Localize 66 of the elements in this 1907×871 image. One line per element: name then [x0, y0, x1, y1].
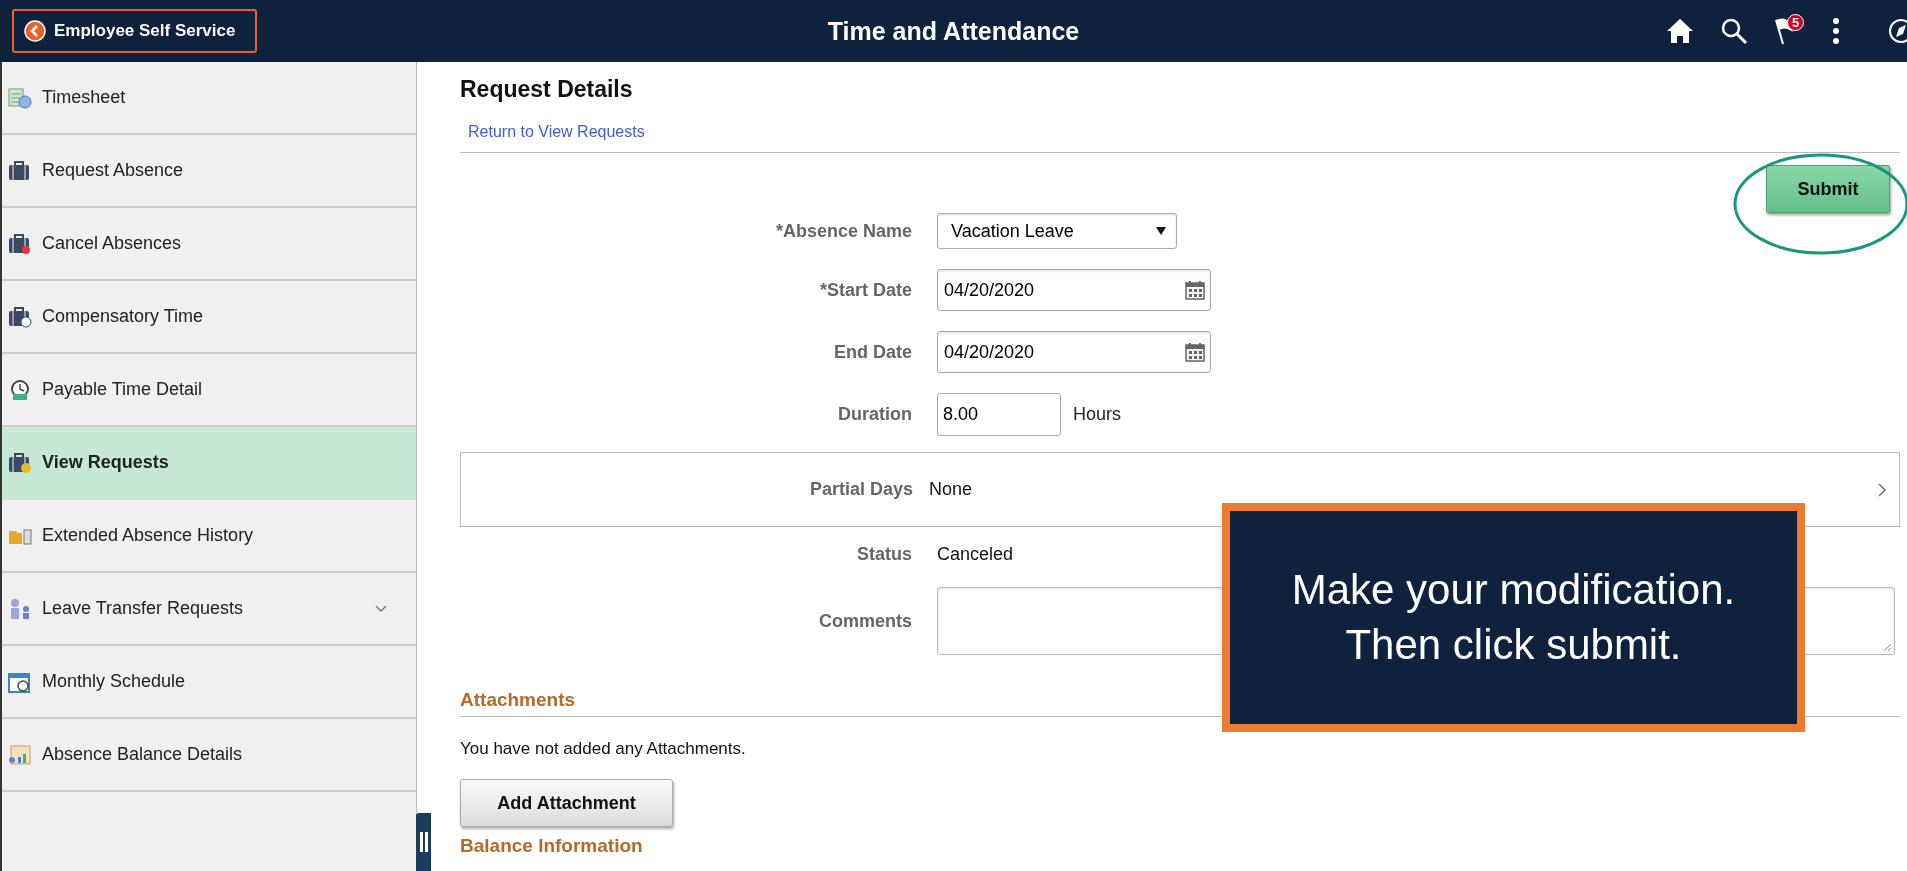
- dropdown-arrow-icon: [1156, 227, 1166, 235]
- field-label: End Date: [833, 341, 912, 363]
- back-button[interactable]: Employee Self Service: [12, 9, 258, 53]
- calendar-icon[interactable]: [1184, 279, 1206, 301]
- notifications-button[interactable]: 5: [1773, 16, 1807, 46]
- sidebar-item-label: Cancel Absences: [42, 233, 182, 254]
- section-title: Request Details: [460, 76, 634, 103]
- callout-text: Then click submit.: [1345, 619, 1682, 670]
- return-link[interactable]: Return to View Requests: [468, 123, 645, 140]
- sidebar-item-label: Monthly Schedule: [42, 671, 186, 692]
- submit-button[interactable]: Submit: [1766, 165, 1890, 213]
- field-value: Canceled: [937, 544, 1015, 565]
- callout-text: Make your modification.: [1291, 564, 1736, 615]
- field-value: None: [929, 479, 974, 500]
- sidebar-item[interactable]: Monthly Schedule: [2, 646, 416, 719]
- field-label: *Start Date: [818, 279, 912, 301]
- sidebar-item-label: Leave Transfer Requests: [42, 598, 244, 619]
- field-label: Status: [856, 544, 912, 565]
- sidebar-item[interactable]: Extended Absence History: [2, 500, 416, 573]
- add-attachment-button[interactable]: Add Attachment: [460, 779, 673, 827]
- sidebar-item[interactable]: Cancel Absences: [2, 208, 416, 281]
- page-title: Time and Attendance: [827, 16, 1080, 46]
- attachments-message: You have not added any Attachments.: [460, 739, 747, 759]
- clock-icon: [8, 378, 32, 401]
- sidebar-item-label: Timesheet: [42, 87, 126, 108]
- search-icon[interactable]: [1719, 16, 1749, 46]
- home-icon[interactable]: [1665, 16, 1695, 46]
- calendar-icon[interactable]: [1184, 341, 1206, 363]
- briefcase-icon: [8, 451, 32, 474]
- briefcase-icon: [8, 159, 32, 182]
- field-label: Partial Days: [808, 479, 913, 500]
- people-icon: [8, 597, 32, 620]
- compass-icon[interactable]: [1887, 16, 1907, 46]
- chart-icon: [8, 743, 32, 766]
- sidebar-item-label: Payable Time Detail: [42, 379, 203, 400]
- resize-grip-icon: [1882, 642, 1892, 652]
- briefcase-icon: [8, 232, 32, 255]
- field-label: Comments: [818, 610, 912, 632]
- timesheet-icon: [8, 86, 32, 109]
- sidebar-item-label: Request Absence: [42, 160, 184, 181]
- calendar-icon: [8, 670, 32, 693]
- absence-name-dropdown[interactable]: Vacation Leave: [937, 213, 1177, 249]
- notification-badge: 5: [1787, 14, 1805, 31]
- section-heading: Balance Information: [460, 835, 644, 858]
- more-options-icon[interactable]: [1831, 16, 1841, 46]
- sidebar-item[interactable]: Absence Balance Details: [2, 719, 416, 792]
- sidebar-item[interactable]: Leave Transfer Requests: [2, 573, 416, 646]
- field-label: *Absence Name: [774, 220, 912, 242]
- sidebar-item-label: Compensatory Time: [42, 306, 204, 327]
- sidebar-item[interactable]: View Requests: [2, 427, 416, 500]
- pause-icon: [419, 832, 428, 852]
- end-date-field[interactable]: 04/20/2020: [937, 331, 1211, 373]
- briefcase-icon: [8, 305, 32, 328]
- start-date-field[interactable]: 04/20/2020: [937, 269, 1211, 311]
- sidebar-item-label: Extended Absence History: [42, 525, 254, 546]
- field-label: Duration: [837, 404, 912, 425]
- collapse-handle[interactable]: [416, 813, 431, 871]
- chevron-down-icon[interactable]: [374, 603, 388, 614]
- sidebar-item[interactable]: Compensatory Time: [2, 281, 416, 354]
- unit-label: Hours: [1073, 404, 1121, 425]
- sidebar-item[interactable]: Timesheet: [2, 62, 416, 135]
- sidebar-item-label: View Requests: [42, 452, 169, 473]
- duration-field[interactable]: 8.00: [937, 393, 1061, 436]
- chevron-right-icon: [1877, 481, 1887, 498]
- sidebar-item[interactable]: Request Absence: [2, 135, 416, 208]
- sidebar-item-label: Absence Balance Details: [42, 744, 243, 765]
